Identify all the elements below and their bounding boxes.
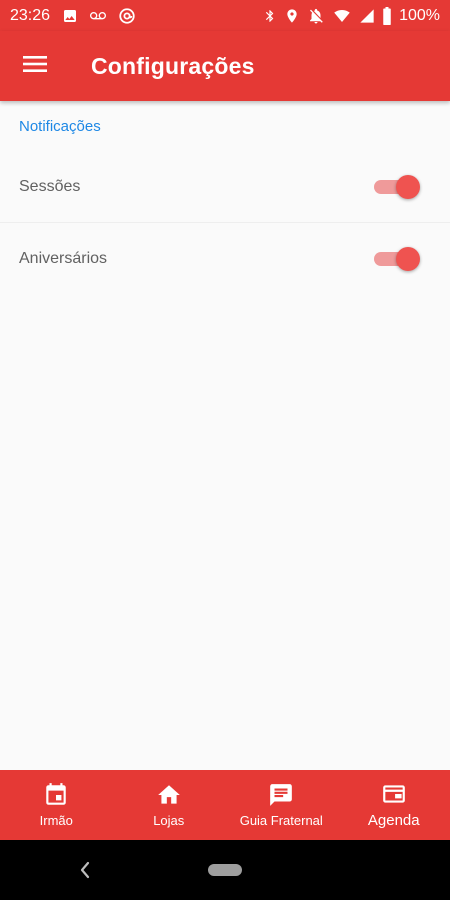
home-icon	[155, 782, 183, 808]
calendar-icon	[43, 782, 69, 808]
image-icon	[62, 8, 78, 24]
nav-item-guia-fraternal[interactable]: Guia Fraternal	[225, 770, 338, 840]
setting-row-aniversarios[interactable]: Aniversários	[0, 223, 450, 295]
setting-label: Aniversários	[19, 250, 108, 267]
agenda-icon	[380, 781, 408, 807]
signal-icon	[359, 8, 375, 24]
status-bar: 23:26 100%	[0, 0, 450, 31]
nav-item-agenda[interactable]: Agenda	[338, 770, 450, 840]
system-nav-bar	[0, 840, 450, 900]
nav-item-irmao[interactable]: Irmão	[0, 770, 113, 840]
message-icon	[268, 782, 294, 808]
back-arrow-icon[interactable]	[78, 860, 92, 885]
bluetooth-icon	[263, 7, 277, 25]
bottom-nav: Irmão Lojas Guia Fraternal Agenda	[0, 770, 450, 840]
alarm-off-icon	[307, 7, 325, 25]
nav-label: Guia Fraternal	[239, 813, 323, 828]
sessoes-toggle[interactable]	[374, 174, 420, 200]
wifi-icon	[332, 8, 352, 24]
toggle-thumb	[396, 174, 420, 199]
settings-content: Notificações Sessões Aniversários	[0, 101, 450, 295]
menu-button[interactable]	[0, 31, 70, 101]
at-sign-icon	[118, 7, 136, 25]
setting-row-sessoes[interactable]: Sessões	[0, 151, 450, 223]
toggle-thumb	[396, 247, 420, 271]
nav-label: Agenda	[367, 812, 420, 829]
battery-icon	[382, 6, 392, 25]
section-header-notifications: Notificações	[19, 117, 101, 135]
nav-label: Irmão	[39, 813, 73, 828]
location-icon	[284, 7, 300, 25]
page-title: Configurações	[91, 52, 255, 79]
app-bar: Configurações	[0, 31, 450, 101]
nav-label: Lojas	[153, 813, 185, 828]
setting-label: Sessões	[19, 177, 81, 195]
menu-icon	[23, 54, 47, 79]
nav-item-lojas[interactable]: Lojas	[113, 770, 226, 840]
status-time: 23:26	[10, 6, 51, 24]
voicemail-icon	[88, 8, 108, 24]
aniversarios-toggle[interactable]	[374, 246, 420, 272]
battery-percentage: 100%	[399, 6, 440, 24]
home-pill-button[interactable]	[208, 864, 242, 876]
